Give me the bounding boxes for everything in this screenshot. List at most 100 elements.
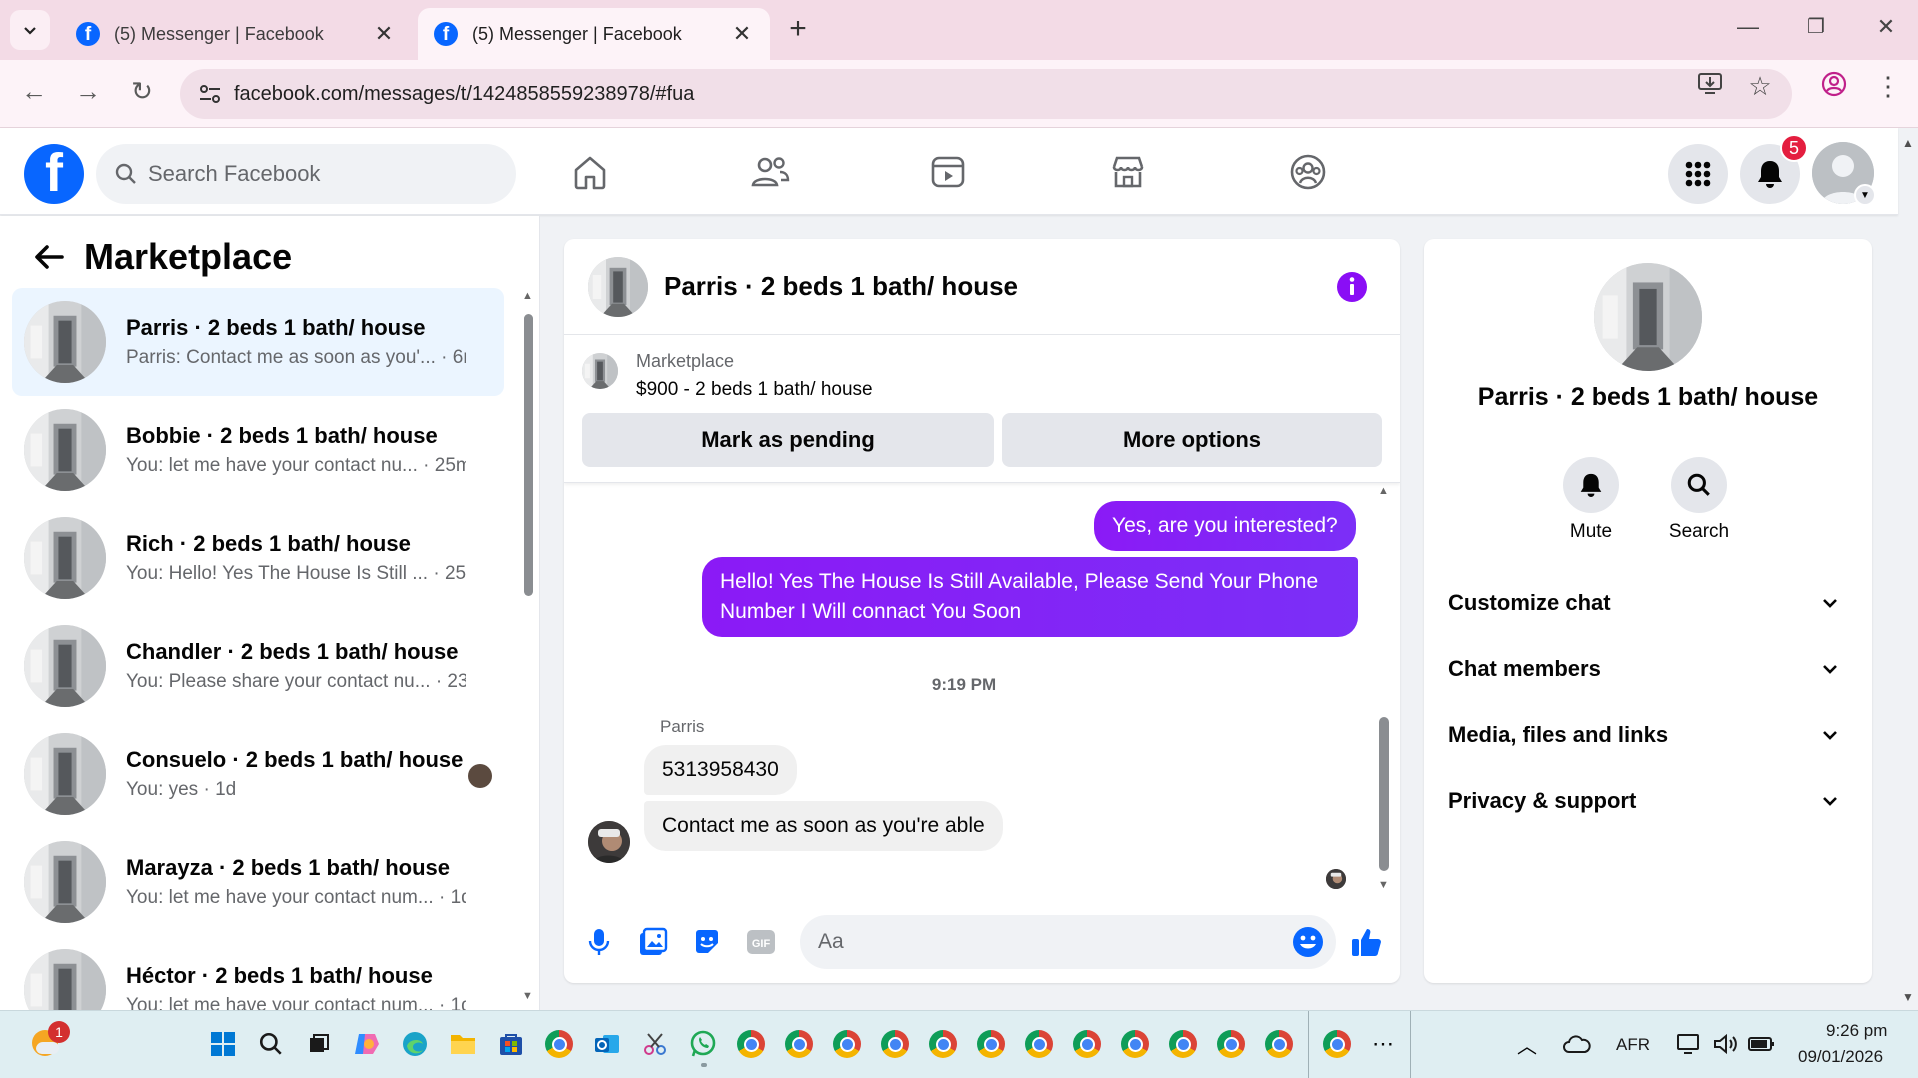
- scroll-down-arrow-icon[interactable]: ▼: [522, 990, 533, 1002]
- back-button[interactable]: ←: [16, 76, 52, 107]
- battery-icon[interactable]: [1744, 1027, 1778, 1061]
- chrome-profile-icon[interactable]: [1022, 1027, 1056, 1061]
- more-options-button[interactable]: More options: [1002, 413, 1382, 467]
- edge-icon[interactable]: [398, 1027, 432, 1061]
- install-app-icon[interactable]: [1692, 71, 1728, 102]
- scroll-down-arrow-icon[interactable]: ▼: [1378, 879, 1389, 891]
- clock-date[interactable]: 09/01/2026: [1798, 1047, 1883, 1067]
- more-apps-icon[interactable]: ⋯: [1366, 1027, 1400, 1061]
- minimize-window-icon[interactable]: —: [1728, 14, 1768, 40]
- chat-list-scrollbar[interactable]: ▲: [522, 290, 534, 810]
- customize-chat-section[interactable]: Customize chat: [1436, 575, 1860, 631]
- restore-window-icon[interactable]: ❐: [1796, 14, 1836, 39]
- network-icon[interactable]: [1672, 1027, 1706, 1061]
- browser-tab[interactable]: f (5) Messenger | Facebook ✕: [60, 8, 412, 60]
- profile-icon[interactable]: [1816, 71, 1852, 104]
- task-view-icon[interactable]: [302, 1027, 336, 1061]
- chrome-active-window-icon[interactable]: [1320, 1027, 1354, 1061]
- thumbs-up-icon[interactable]: [1350, 925, 1384, 959]
- search-in-conversation-button[interactable]: Search: [1654, 457, 1744, 543]
- chrome-profile-icon[interactable]: [1262, 1027, 1296, 1061]
- nav-home-icon[interactable]: [568, 150, 612, 194]
- account-chevron-icon[interactable]: ▼: [1854, 184, 1876, 206]
- chrome-profile-icon[interactable]: [926, 1027, 960, 1061]
- close-window-icon[interactable]: ✕: [1866, 14, 1906, 40]
- reload-button[interactable]: ↻: [124, 76, 160, 107]
- scroll-up-arrow-icon[interactable]: ▲: [522, 290, 533, 302]
- site-settings-icon[interactable]: [198, 83, 222, 105]
- scroll-thumb[interactable]: [1379, 717, 1389, 871]
- incoming-message[interactable]: 5313958430: [644, 745, 797, 795]
- chat-list-item[interactable]: Marayza · 2 beds 1 bath/ house You: let m…: [12, 828, 504, 936]
- message-input[interactable]: Aa: [800, 915, 1336, 969]
- scroll-thumb[interactable]: [524, 314, 533, 596]
- emoji-icon[interactable]: [1292, 926, 1324, 958]
- chrome-icon[interactable]: [542, 1027, 576, 1061]
- mute-button[interactable]: Mute: [1546, 457, 1636, 543]
- chrome-profile-icon[interactable]: [1070, 1027, 1104, 1061]
- outlook-icon[interactable]: [590, 1027, 624, 1061]
- close-tab-icon[interactable]: ✕: [372, 21, 396, 47]
- back-arrow-icon[interactable]: [30, 238, 68, 276]
- chat-list-item[interactable]: Bobbie · 2 beds 1 bath/ house You: let me…: [12, 396, 504, 504]
- outgoing-message[interactable]: Hello! Yes The House Is Still Available,…: [702, 557, 1358, 637]
- facebook-logo[interactable]: f: [24, 144, 84, 204]
- page-scroll-down-icon[interactable]: ▼: [1902, 990, 1914, 1004]
- volume-icon[interactable]: [1708, 1027, 1742, 1061]
- taskbar-search-icon[interactable]: [254, 1027, 288, 1061]
- page-scroll-up-icon[interactable]: ▲: [1902, 136, 1914, 150]
- scroll-up-arrow-icon[interactable]: ▲: [1378, 485, 1389, 497]
- onedrive-cloud-icon[interactable]: [1560, 1027, 1594, 1061]
- nav-friends-icon[interactable]: [748, 150, 792, 194]
- forward-button[interactable]: →: [70, 76, 106, 107]
- chrome-profile-icon[interactable]: [974, 1027, 1008, 1061]
- incoming-message[interactable]: Contact me as soon as you're able: [644, 801, 1003, 851]
- close-tab-icon[interactable]: ✕: [730, 21, 754, 47]
- info-icon[interactable]: [1336, 271, 1368, 303]
- chat-list-item[interactable]: Consuelo · 2 beds 1 bath/ house You: yes …: [12, 720, 504, 828]
- nav-groups-icon[interactable]: [1286, 150, 1330, 194]
- windows-start-icon[interactable]: [206, 1027, 240, 1061]
- address-bar[interactable]: facebook.com/messages/t/1424858559238978…: [180, 69, 1792, 119]
- chrome-profile-icon[interactable]: [830, 1027, 864, 1061]
- chrome-profile-icon[interactable]: [878, 1027, 912, 1061]
- privacy-support-section[interactable]: Privacy & support: [1436, 773, 1860, 829]
- mark-as-pending-button[interactable]: Mark as pending: [582, 413, 994, 467]
- chrome-profile-icon[interactable]: [782, 1027, 816, 1061]
- copilot-icon[interactable]: [350, 1027, 384, 1061]
- listing-profile-photo[interactable]: [1594, 263, 1702, 371]
- sender-avatar[interactable]: [588, 821, 630, 863]
- tab-search-button[interactable]: [10, 10, 50, 50]
- browser-menu-icon[interactable]: ⋮: [1870, 71, 1906, 102]
- microsoft-store-icon[interactable]: [494, 1027, 528, 1061]
- input-language[interactable]: AFR: [1616, 1035, 1650, 1055]
- new-tab-button[interactable]: +: [780, 12, 816, 46]
- listing-thumbnail[interactable]: [588, 256, 648, 317]
- chat-list-item[interactable]: Parris · 2 beds 1 bath/ house Parris: Con…: [12, 288, 504, 396]
- conversation-header[interactable]: Parris · 2 beds 1 bath/ house: [564, 239, 1400, 335]
- chat-list-item[interactable]: Rich · 2 beds 1 bath/ house You: Hello! Y…: [12, 504, 504, 612]
- whatsapp-icon[interactable]: [686, 1027, 720, 1061]
- sticker-icon[interactable]: [690, 925, 724, 959]
- message-scrollbar[interactable]: ▲ ▼: [1376, 485, 1390, 895]
- chrome-profile-icon[interactable]: [1214, 1027, 1248, 1061]
- file-explorer-icon[interactable]: [446, 1027, 480, 1061]
- photo-icon[interactable]: [636, 925, 670, 959]
- chrome-profile-icon[interactable]: [734, 1027, 768, 1061]
- chrome-profile-icon[interactable]: [1166, 1027, 1200, 1061]
- media-files-links-section[interactable]: Media, files and links: [1436, 707, 1860, 763]
- gif-icon[interactable]: GIF: [744, 925, 778, 959]
- chat-members-section[interactable]: Chat members: [1436, 641, 1860, 697]
- chrome-profile-icon[interactable]: [1118, 1027, 1152, 1061]
- nav-video-icon[interactable]: [926, 150, 970, 194]
- chat-list-item[interactable]: Chandler · 2 beds 1 bath/ house You: Plea…: [12, 612, 504, 720]
- microphone-icon[interactable]: [582, 925, 616, 959]
- show-hidden-icons-chevron-icon[interactable]: ︿: [1510, 1027, 1544, 1061]
- snipping-tool-icon[interactable]: [638, 1027, 672, 1061]
- nav-marketplace-icon[interactable]: [1106, 150, 1150, 194]
- chat-list-item[interactable]: Héctor · 2 beds 1 bath/ house You: let me…: [12, 936, 504, 1010]
- facebook-search-input[interactable]: Search Facebook: [96, 144, 516, 204]
- listing-small-thumbnail[interactable]: [582, 353, 618, 389]
- clock-time[interactable]: 9:26 pm: [1826, 1021, 1887, 1041]
- menu-grid-button[interactable]: [1668, 144, 1728, 204]
